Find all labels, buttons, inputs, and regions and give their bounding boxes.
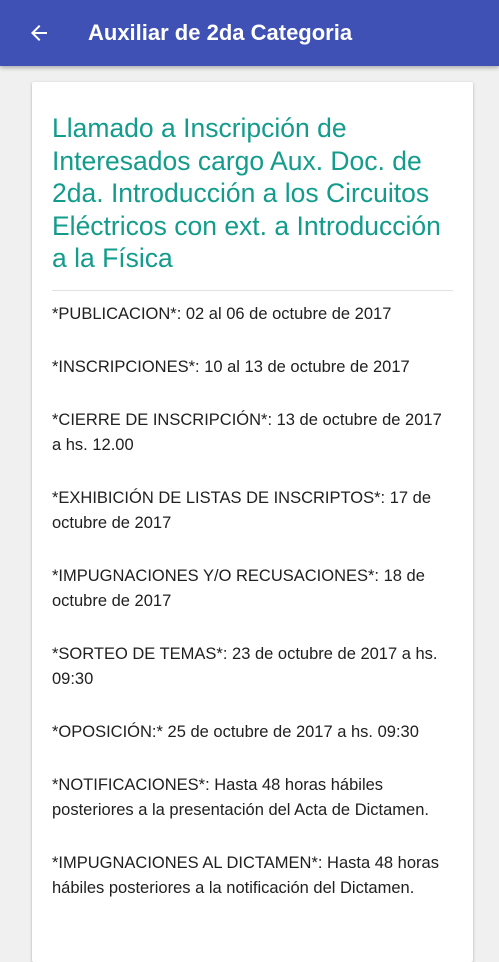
- page-title: Auxiliar de 2da Categoria: [88, 20, 353, 45]
- entry-impugnaciones-recusaciones: *IMPUGNACIONES Y/O RECUSACIONES*: 18 de …: [52, 566, 425, 610]
- back-button[interactable]: [14, 8, 64, 58]
- entry-publicacion: *PUBLICACION*: 02 al 06 de octubre de 20…: [52, 304, 392, 323]
- app-bar: Auxiliar de 2da Categoria: [0, 0, 499, 66]
- card-title: Llamado a Inscripción de Interesados car…: [52, 113, 441, 273]
- entry-exhibicion-listas: *EXHIBICIÓN DE LISTAS DE INSCRIPTOS*: 17…: [52, 488, 432, 532]
- entry-impugnaciones-dictamen: *IMPUGNACIONES AL DICTAMEN*: Hasta 48 ho…: [52, 853, 439, 897]
- entry-cierre-inscripcion: *CIERRE DE INSCRIPCIÓN*: 13 de octubre d…: [52, 410, 442, 454]
- arrow-back-icon: [31, 25, 47, 41]
- entry-inscripciones: *INSCRIPCIONES*: 10 al 13 de octubre de …: [52, 357, 410, 376]
- entry-sorteo-temas: *SORTEO DE TEMAS*: 23 de octubre de 2017…: [52, 644, 438, 688]
- announcement-card: Llamado a Inscripción de Interesados car…: [32, 82, 473, 962]
- entry-notificaciones: *NOTIFICACIONES*: Hasta 48 horas hábiles…: [52, 775, 429, 819]
- title-divider: [52, 289, 453, 291]
- entry-oposicion: *OPOSICIÓN:* 25 de octubre de 2017 a hs.…: [52, 722, 419, 741]
- schedule-list: *PUBLICACION*: 02 al 06 de octubre de 20…: [52, 302, 453, 901]
